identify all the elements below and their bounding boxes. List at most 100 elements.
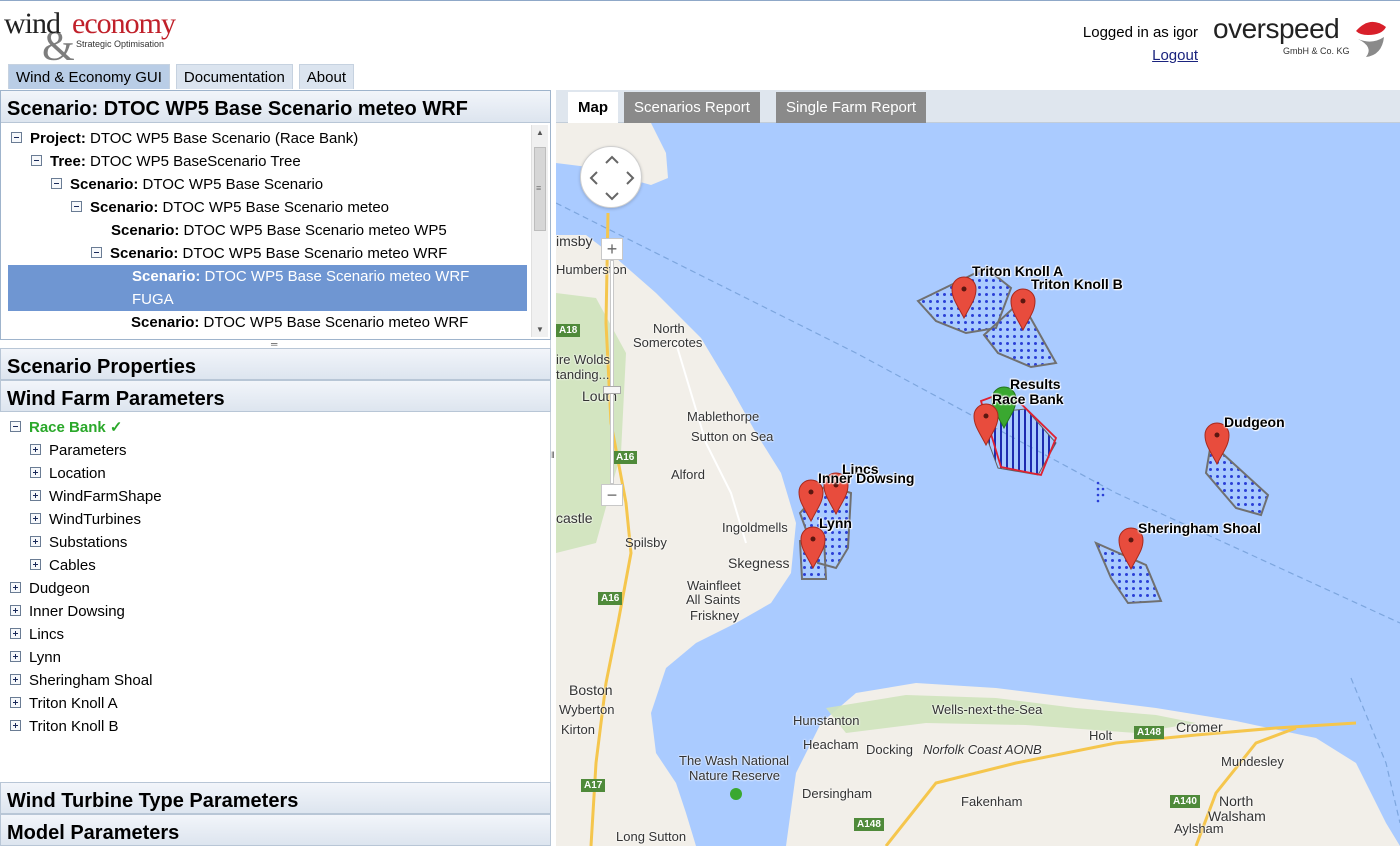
- tree-row-selected-scenario[interactable]: Scenario: DTOC WP5 Base Scenario meteo W…: [8, 265, 527, 311]
- tree-row-value: DTOC WP5 Base Scenario meteo WP5: [183, 222, 447, 239]
- vertical-splitter-grip-icon[interactable]: ‖: [551, 450, 555, 460]
- tree-row-scenario[interactable]: Scenario: DTOC WP5 Base Scenario meteo W…: [91, 242, 447, 265]
- overspeed-logo-sub: GmbH & Co. KG: [1283, 46, 1350, 56]
- expand-icon[interactable]: [10, 650, 21, 662]
- tree-row-scenario[interactable]: Scenario: DTOC WP5 Base Scenario: [51, 173, 323, 196]
- place-label: Wyberton: [559, 702, 615, 717]
- collapse-icon[interactable]: [10, 420, 21, 432]
- place-label: tanding...: [556, 367, 610, 382]
- tree-row-value: DTOC WP5 Base Scenario meteo WRF: [182, 245, 448, 262]
- wind-farm-item-race-bank[interactable]: Race Bank ✓: [10, 416, 122, 439]
- farm-label-sheringham-shoal[interactable]: Sheringham Shoal: [1138, 520, 1261, 536]
- wind-farm-param-location[interactable]: Location: [30, 462, 106, 485]
- wind-farm-item-lynn[interactable]: Lynn: [10, 646, 61, 669]
- scenario-properties-header[interactable]: Scenario Properties: [0, 348, 551, 380]
- map-pan-control[interactable]: [580, 146, 642, 208]
- left-panel: Scenario: DTOC WP5 Base Scenario meteo W…: [0, 90, 551, 846]
- scroll-up-icon[interactable]: ▲: [536, 128, 544, 137]
- wind-farm-name: Triton Knoll A: [29, 695, 118, 712]
- place-label: Norfolk Coast AONB: [923, 742, 1042, 757]
- wind-farm-item-triton-knoll-b[interactable]: Triton Knoll B: [10, 715, 118, 738]
- tab-map[interactable]: Map: [568, 92, 618, 123]
- wind-farm-item-sheringham-shoal[interactable]: Sheringham Shoal: [10, 669, 152, 692]
- expand-icon[interactable]: [30, 535, 41, 547]
- wind-farm-param-cables[interactable]: Cables: [30, 554, 96, 577]
- place-label: Sutton on Sea: [691, 429, 774, 444]
- param-label: WindTurbines: [49, 511, 141, 528]
- zoom-out-icon[interactable]: −: [601, 484, 623, 506]
- logout-link[interactable]: Logout: [1152, 47, 1198, 64]
- expand-icon[interactable]: [30, 512, 41, 524]
- expand-icon[interactable]: [30, 466, 41, 478]
- farm-label-results[interactable]: Results: [1010, 376, 1061, 392]
- scroll-down-icon[interactable]: ▼: [536, 325, 544, 334]
- tree-row-key: Project:: [30, 130, 86, 147]
- collapse-icon[interactable]: [11, 131, 22, 143]
- param-label: Location: [49, 465, 106, 482]
- tree-row-key: Scenario:: [131, 314, 200, 331]
- place-label: Mundesley: [1221, 754, 1284, 769]
- tree-row-tree[interactable]: Tree: DTOC WP5 BaseScenario Tree: [31, 150, 301, 173]
- nav-about[interactable]: About: [298, 64, 354, 89]
- place-label: castle: [556, 510, 593, 526]
- wind-farm-param-substations[interactable]: Substations: [30, 531, 127, 554]
- collapse-icon[interactable]: [31, 154, 42, 166]
- farm-label-inner-dowsing[interactable]: Inner Dowsing: [818, 470, 914, 486]
- zoom-in-icon[interactable]: +: [601, 238, 623, 260]
- collapse-icon[interactable]: [51, 177, 62, 189]
- expand-icon[interactable]: [10, 604, 21, 616]
- expand-icon[interactable]: [10, 581, 21, 593]
- wind-farm-item-inner-dowsing[interactable]: Inner Dowsing: [10, 600, 125, 623]
- wind-farm-param-turbines[interactable]: WindTurbines: [30, 508, 141, 531]
- farm-label-dudgeon[interactable]: Dudgeon: [1224, 414, 1285, 430]
- tree-row-scenario[interactable]: Scenario: DTOC WP5 Base Scenario meteo W…: [131, 311, 468, 334]
- road-label: A17: [581, 779, 606, 792]
- logo-word-wind: wind: [4, 7, 61, 40]
- wind-farm-parameters-header[interactable]: Wind Farm Parameters: [0, 380, 551, 412]
- expand-icon[interactable]: [30, 443, 41, 455]
- expand-icon[interactable]: [10, 673, 21, 685]
- place-label: Heacham: [803, 737, 859, 752]
- top-bar: & wind economy Strategic Optimisation Lo…: [0, 0, 1400, 90]
- place-label: Nature Reserve: [689, 768, 781, 783]
- nav-documentation[interactable]: Documentation: [175, 64, 293, 89]
- expand-icon[interactable]: [30, 489, 41, 501]
- expand-icon[interactable]: [10, 719, 21, 731]
- tree-scrollbar[interactable]: ▲ ≡ ▼: [531, 125, 548, 337]
- collapse-icon[interactable]: [91, 246, 102, 258]
- tree-row-project[interactable]: Project: DTOC WP5 Base Scenario (Race Ba…: [11, 127, 358, 150]
- nav-wind-economy-gui[interactable]: Wind & Economy GUI: [8, 64, 170, 89]
- expand-icon[interactable]: [10, 696, 21, 708]
- zoom-slider-thumb[interactable]: [603, 386, 621, 394]
- wind-economy-logo: & wind economy Strategic Optimisation: [4, 7, 204, 70]
- road-label: A16: [613, 451, 638, 464]
- farm-label-lynn[interactable]: Lynn: [819, 515, 852, 531]
- tree-row-key: Scenario:: [132, 268, 201, 285]
- wind-farm-item-triton-knoll-a[interactable]: Triton Knoll A: [10, 692, 118, 715]
- collapse-icon[interactable]: [71, 200, 82, 212]
- road-label: A148: [854, 818, 884, 831]
- zoom-slider-track[interactable]: [610, 260, 614, 484]
- tree-row-key: Tree:: [50, 153, 86, 170]
- wind-farm-item-dudgeon[interactable]: Dudgeon: [10, 577, 90, 600]
- model-parameters-header[interactable]: Model Parameters: [0, 814, 551, 846]
- farm-label-race-bank[interactable]: Race Bank: [992, 391, 1064, 407]
- wind-farm-name: Lynn: [29, 649, 61, 666]
- wind-farm-param-shape[interactable]: WindFarmShape: [30, 485, 162, 508]
- place-label: Alford: [671, 467, 705, 482]
- map-canvas[interactable]: [556, 123, 1400, 846]
- expand-icon[interactable]: [10, 627, 21, 639]
- place-label: Fakenham: [961, 794, 1023, 809]
- tree-row-scenario[interactable]: Scenario: DTOC WP5 Base Scenario meteo: [71, 196, 389, 219]
- tab-single-farm-report[interactable]: Single Farm Report: [776, 92, 927, 123]
- wind-farm-param-parameters[interactable]: Parameters: [30, 439, 127, 462]
- wind-farm-item-lincs[interactable]: Lincs: [10, 623, 64, 646]
- farm-label-triton-knoll-b[interactable]: Triton Knoll B: [1031, 276, 1123, 292]
- tree-row-scenario[interactable]: Scenario: DTOC WP5 Base Scenario meteo W…: [111, 219, 447, 242]
- wind-farm-name: Lincs: [29, 626, 65, 643]
- expand-icon[interactable]: [30, 558, 41, 570]
- map-view[interactable]: imsby Humberston North Somercotes ire Wo…: [556, 123, 1400, 846]
- wind-turbine-type-parameters-header[interactable]: Wind Turbine Type Parameters: [0, 782, 551, 814]
- tab-scenarios-report[interactable]: Scenarios Report: [624, 92, 760, 123]
- check-icon: ✓: [109, 419, 123, 436]
